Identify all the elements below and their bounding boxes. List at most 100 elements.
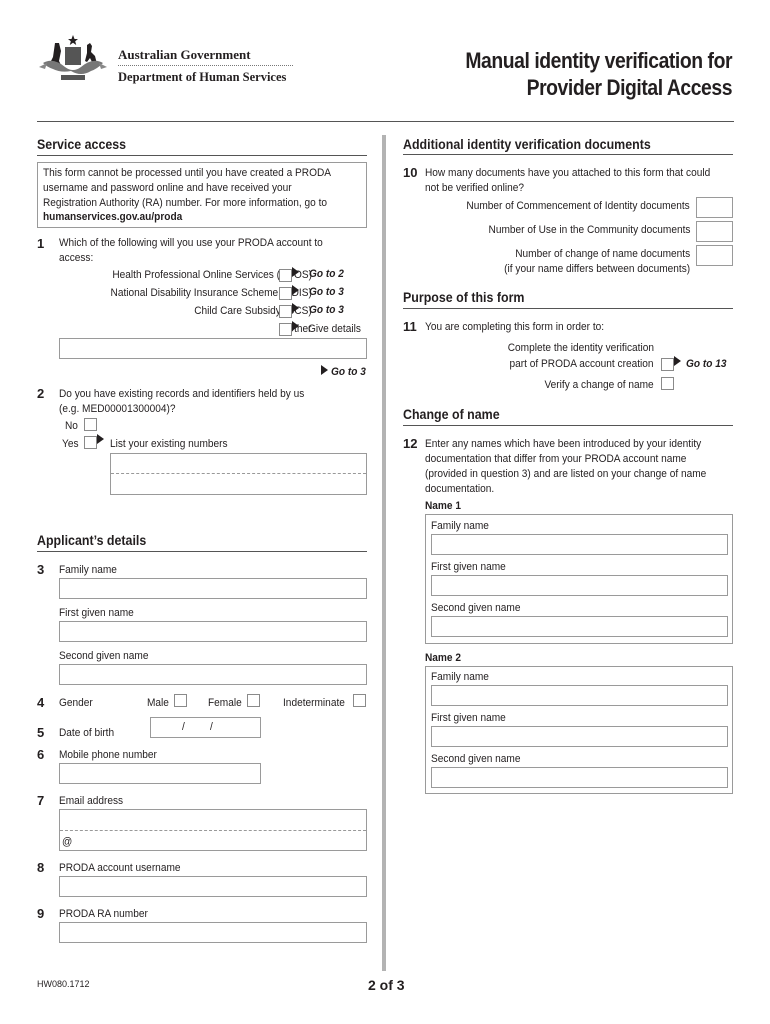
female-label: Female xyxy=(208,697,242,709)
q1-option-ndis[interactable]: National Disability Insurance Scheme (ND… xyxy=(37,285,367,301)
arrow-icon xyxy=(292,303,299,313)
info-line: username and password online and have re… xyxy=(43,182,292,194)
purpose-rule xyxy=(403,308,733,309)
name-2-first-input[interactable] xyxy=(431,726,728,747)
info-line: This form cannot be processed until you … xyxy=(43,167,332,179)
logo-divider xyxy=(118,65,293,66)
name-1-first-input[interactable] xyxy=(431,575,728,596)
yes-label: Yes xyxy=(62,438,79,450)
male-checkbox[interactable] xyxy=(174,694,187,707)
no-checkbox[interactable] xyxy=(84,418,97,431)
question-number: 11 xyxy=(403,319,417,334)
mobile-input[interactable] xyxy=(59,763,261,784)
q1-option-other[interactable]: Other Give details xyxy=(37,321,367,337)
first-given-name-input[interactable] xyxy=(59,621,367,642)
goto-label: Go to 2 xyxy=(309,268,344,280)
first-given-name-label: First given name xyxy=(431,561,506,573)
coi-label: Number of Commencement of Identity docum… xyxy=(466,200,690,212)
arrow-icon xyxy=(97,434,104,444)
dept-name: Department of Human Services xyxy=(118,70,287,84)
purpose-heading: Purpose of this form xyxy=(403,290,525,305)
mobile-label: Mobile phone number xyxy=(59,749,157,761)
additional-docs-heading: Additional identity verification documen… xyxy=(403,137,651,152)
proda-link[interactable]: humanservices.gov.au/proda xyxy=(43,210,182,225)
first-given-name-label: First given name xyxy=(431,712,506,724)
q11-text: You are completing this form in order to… xyxy=(425,321,605,333)
q12-text: documentation that differ from your PROD… xyxy=(425,453,687,465)
email-label: Email address xyxy=(59,795,124,807)
question-number: 2 xyxy=(37,386,45,401)
goto-label: Go to 3 xyxy=(309,286,344,298)
gov-name: Australian Government xyxy=(118,47,251,62)
other-checkbox[interactable] xyxy=(279,323,292,336)
line-divider xyxy=(111,494,366,495)
proda-ra-input[interactable] xyxy=(59,922,367,943)
yes-checkbox[interactable] xyxy=(84,436,97,449)
title-line-1: Manual identity verification for xyxy=(465,48,732,73)
male-label: Male xyxy=(147,697,169,709)
question-number: 5 xyxy=(37,725,45,740)
title-line-2: Provider Digital Access xyxy=(526,75,733,100)
account-creation-checkbox[interactable] xyxy=(661,358,674,371)
q12-text: documentation. xyxy=(425,483,495,495)
applicant-rule xyxy=(37,551,367,552)
name-1-second-input[interactable] xyxy=(431,616,728,637)
name-2-second-input[interactable] xyxy=(431,767,728,788)
second-given-name-label: Second given name xyxy=(431,602,521,614)
yes-instruction: List your existing numbers xyxy=(110,438,228,450)
second-given-name-label: Second given name xyxy=(431,753,521,765)
proda-username-label: PRODA account username xyxy=(59,862,181,874)
info-box: This form cannot be processed until you … xyxy=(37,162,367,228)
additional-docs-rule xyxy=(403,154,733,155)
ccs-checkbox[interactable] xyxy=(279,305,292,318)
second-given-name-input[interactable] xyxy=(59,664,367,685)
family-name-label: Family name xyxy=(431,520,489,532)
question-number: 6 xyxy=(37,747,45,762)
proda-username-input[interactable] xyxy=(59,876,367,897)
arrow-icon xyxy=(674,356,681,366)
uic-count-input[interactable] xyxy=(696,221,733,242)
family-name-input[interactable] xyxy=(59,578,367,599)
con-count-input[interactable] xyxy=(696,245,733,266)
con-label: Number of change of name documents xyxy=(515,248,690,260)
name-1-family-input[interactable] xyxy=(431,534,728,555)
first-given-name-label: First given name xyxy=(59,607,134,619)
question-number: 4 xyxy=(37,695,45,710)
family-name-label: Family name xyxy=(431,671,489,683)
change-of-name-rule xyxy=(403,425,733,426)
page-title: Manual identity verification for Provide… xyxy=(465,47,732,101)
give-details-label: Give details xyxy=(308,323,361,335)
arrow-icon xyxy=(292,285,299,295)
second-given-name-label: Second given name xyxy=(59,650,149,662)
purpose-option-account-creation[interactable]: Complete the identity verification part … xyxy=(403,340,733,372)
change-of-name-checkbox[interactable] xyxy=(661,377,674,390)
proda-ra-label: PRODA RA number xyxy=(59,908,148,920)
purpose-option-change-of-name[interactable]: Verify a change of name xyxy=(403,377,733,393)
q1-option-ccs[interactable]: Child Care Subsidy (CCS) Go to 3 xyxy=(37,303,367,319)
q1-option-hpos[interactable]: Health Professional Online Services (HPO… xyxy=(37,267,367,283)
arrow-icon xyxy=(292,321,299,331)
q12-text: (provided in question 3) and are listed … xyxy=(425,468,707,480)
q1-goto-3: Go to 3 xyxy=(331,366,366,378)
coi-count-input[interactable] xyxy=(696,197,733,218)
question-number: 8 xyxy=(37,860,45,875)
name-2-group: Family name First given name Second give… xyxy=(425,666,733,794)
indeterminate-checkbox[interactable] xyxy=(353,694,366,707)
info-line: Registration Authority (RA) number. For … xyxy=(43,197,328,209)
option-label: Verify a change of name xyxy=(544,379,654,391)
dob-input[interactable]: / / xyxy=(150,717,261,738)
female-checkbox[interactable] xyxy=(247,694,260,707)
name-2-family-input[interactable] xyxy=(431,685,728,706)
hpos-checkbox[interactable] xyxy=(279,269,292,282)
other-details-input[interactable] xyxy=(59,338,367,359)
existing-numbers-input[interactable] xyxy=(110,453,367,495)
name-1-title: Name 1 xyxy=(425,500,462,512)
ndis-checkbox[interactable] xyxy=(279,287,292,300)
coat-of-arms-icon xyxy=(39,35,107,80)
service-access-rule xyxy=(37,155,367,156)
option-label: part of PRODA account creation xyxy=(509,358,654,370)
form-code: HW080.1712 xyxy=(37,979,90,989)
email-input[interactable]: @ xyxy=(59,809,367,851)
question-number: 3 xyxy=(37,562,45,577)
uic-label: Number of Use in the Community documents xyxy=(488,224,690,236)
